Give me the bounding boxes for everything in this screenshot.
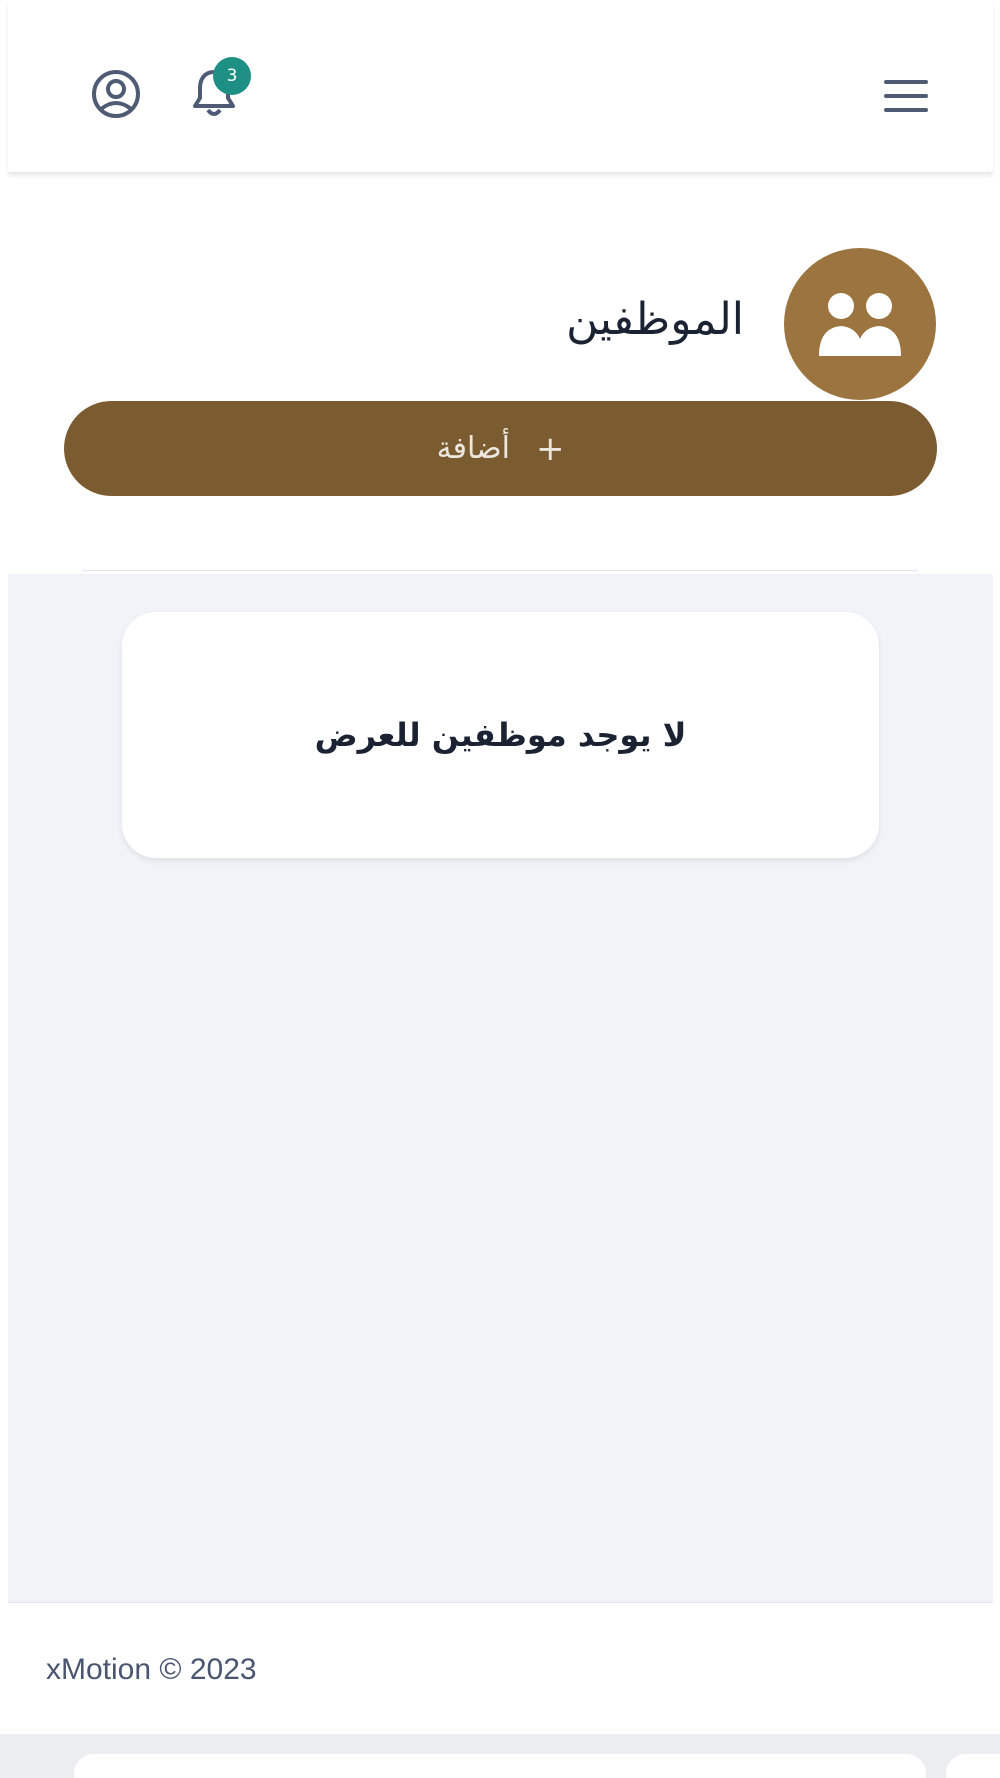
- top-bar: [8, 0, 993, 173]
- notification-count-badge: 3: [213, 57, 251, 95]
- add-employee-button[interactable]: + أضافة: [64, 401, 937, 496]
- add-button-label: أضافة: [436, 431, 510, 466]
- bottom-card-secondary: [946, 1754, 1000, 1778]
- footer-copyright: xMotion © 2023: [46, 1653, 257, 1686]
- page-title: الموظفين: [566, 294, 744, 345]
- menu-button[interactable]: [880, 70, 932, 122]
- users-icon: [819, 293, 901, 356]
- page: 3 الموظفين + أضافة لا يوجد موظفين للعرض …: [0, 0, 1000, 1778]
- hamburger-menu-icon: [884, 80, 928, 112]
- divider: [82, 570, 918, 571]
- plus-icon: +: [535, 428, 565, 469]
- user-circle-icon: [92, 70, 140, 118]
- empty-state-card: لا يوجد موظفين للعرض: [122, 612, 879, 858]
- bottom-card: [74, 1754, 926, 1778]
- footer: xMotion © 2023: [8, 1602, 993, 1735]
- employees-avatar: [784, 248, 936, 400]
- empty-state-message: لا يوجد موظفين للعرض: [314, 716, 687, 754]
- user-profile-button[interactable]: [88, 66, 144, 122]
